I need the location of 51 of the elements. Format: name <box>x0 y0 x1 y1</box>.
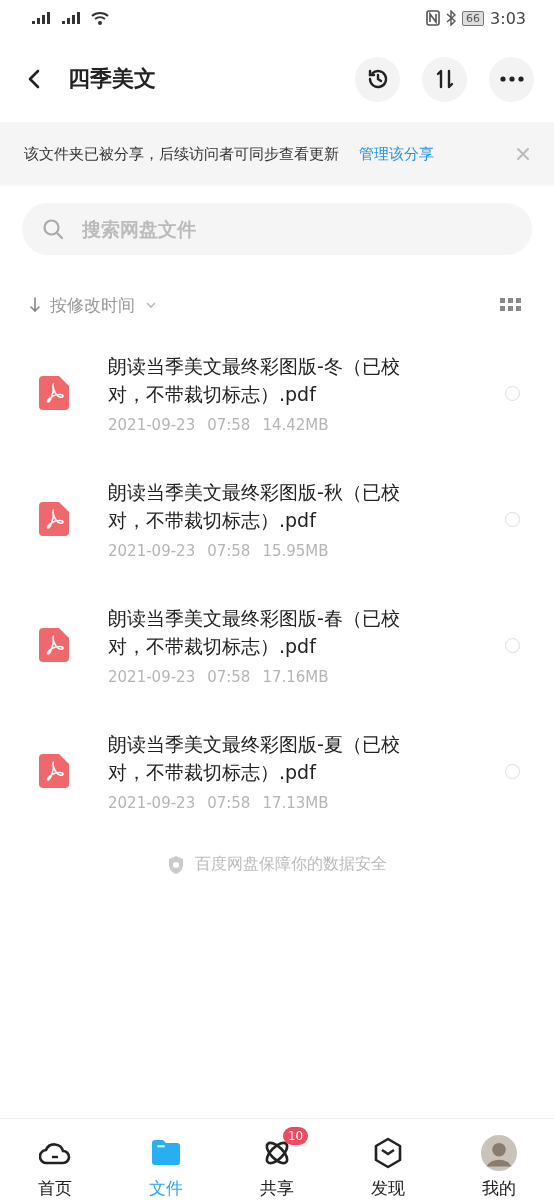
nav-tab[interactable]: 10 共享 <box>227 1125 327 1200</box>
file-name: 朗读当季美文最终彩图版-春（已校对，不带裁切标志）.pdf <box>108 606 401 659</box>
file-row[interactable]: 朗读当季美文最终彩图版-春（已校对，不带裁切标志）.pdf 2021-09-23 07:58 17.16MB <box>0 582 554 708</box>
wifi-icon <box>90 10 110 26</box>
file-row[interactable]: 朗读当季美文最终彩图版-夏（已校对，不带裁切标志）.pdf 2021-09-23 07:58 17.13MB <box>0 708 554 834</box>
page-title: 四季美文 <box>68 65 157 93</box>
count-badge: 10 <box>283 1127 309 1145</box>
file-size: 15.95MB <box>262 542 329 560</box>
file-row[interactable]: 朗读当季美文最终彩图版-冬（已校对，不带裁切标志）.pdf 2021-09-23 07:58 14.42MB <box>0 330 554 456</box>
close-icon <box>516 147 530 161</box>
pdf-file-icon <box>39 628 69 662</box>
clock-time: 3:03 <box>490 8 526 28</box>
search-input[interactable]: 搜索网盘文件 <box>80 217 512 241</box>
nav-tab[interactable]: 我的 <box>448 1125 549 1200</box>
nav-tab[interactable]: 首页 <box>5 1125 106 1200</box>
avatar-icon <box>480 1135 517 1171</box>
file-size: 17.13MB <box>262 794 329 812</box>
file-time: 07:58 <box>207 416 251 434</box>
nfc-icon <box>426 10 441 26</box>
pdf-file-icon <box>39 376 69 410</box>
file-size: 14.42MB <box>262 416 329 434</box>
shield-icon <box>167 854 185 875</box>
bluetooth-icon <box>446 10 457 26</box>
down-arrow-icon <box>30 297 40 313</box>
security-note: 百度网盘保障你的数据安全 <box>195 854 387 875</box>
share-notice: 该文件夹已被分享，后续访问者可同步查看更新 <box>24 144 339 164</box>
file-date: 2021-09-23 <box>108 668 196 686</box>
file-time: 07:58 <box>207 668 251 686</box>
grid-view-icon[interactable] <box>500 298 522 312</box>
back-icon <box>28 69 40 89</box>
more-button[interactable] <box>489 56 534 102</box>
search-field[interactable]: 搜索网盘文件 <box>22 203 532 255</box>
pdf-file-icon <box>39 754 69 788</box>
chevron-down-icon <box>145 301 157 309</box>
file-row[interactable]: 朗读当季美文最终彩图版-秋（已校对，不带裁切标志）.pdf 2021-09-23 07:58 15.95MB <box>0 456 554 582</box>
nav-tab[interactable]: 发现 <box>337 1125 438 1200</box>
file-date: 2021-09-23 <box>108 416 196 434</box>
file-name: 朗读当季美文最终彩图版-冬（已校对，不带裁切标志）.pdf <box>108 354 401 407</box>
pdf-file-icon <box>39 502 69 536</box>
history-button[interactable] <box>355 56 400 102</box>
file-date: 2021-09-23 <box>108 794 196 812</box>
file-name: 朗读当季美文最终彩图版-秋（已校对，不带裁切标志）.pdf <box>108 480 401 533</box>
file-time: 07:58 <box>207 542 251 560</box>
sort-button[interactable] <box>422 56 467 102</box>
battery-indicator: 66 <box>462 10 485 26</box>
file-size: 17.16MB <box>262 668 329 686</box>
file-name: 朗读当季美文最终彩图版-夏（已校对，不带裁切标志）.pdf <box>108 732 401 785</box>
search-icon <box>42 218 64 240</box>
file-time: 07:58 <box>207 794 251 812</box>
file-date: 2021-09-23 <box>108 542 196 560</box>
more-icon <box>499 76 524 82</box>
